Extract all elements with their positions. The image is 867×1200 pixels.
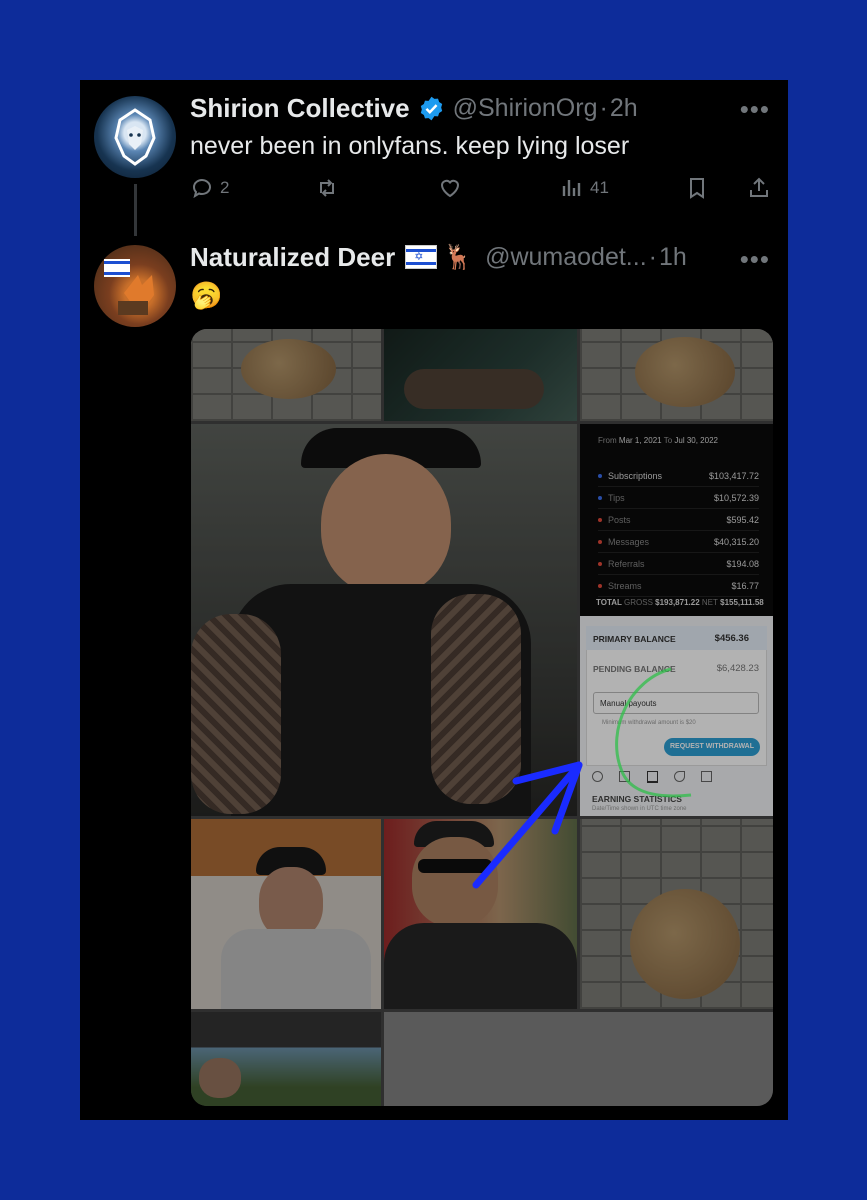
annotation-curve xyxy=(615,667,692,798)
tweet-naturalized-deer[interactable]: Naturalized Deer ✡ 🦌 @wumaodet... · 1h •… xyxy=(80,80,788,1120)
annotation-arrow-shaft xyxy=(472,761,583,889)
tweet-thread-card: Shirion Collective @ShirionOrg · 2h ••• … xyxy=(80,80,788,1120)
annotation-overlay xyxy=(472,667,692,889)
handle[interactable]: @wumaodet... xyxy=(485,243,647,272)
israel-flag-icon: ✡ xyxy=(405,245,438,269)
media-image-collage[interactable]: From Mar 1, 2021 To Jul 30, 2022 Subscri… xyxy=(191,329,773,1106)
separator: · xyxy=(648,242,657,271)
more-dots-icon[interactable]: ••• xyxy=(740,244,770,275)
tweet-text: 🥱 xyxy=(190,280,223,310)
fox-avatar-icon xyxy=(104,259,154,315)
display-name[interactable]: Naturalized Deer xyxy=(190,242,395,273)
deer-icon: 🦌 xyxy=(443,243,474,271)
timestamp[interactable]: 1h xyxy=(659,243,687,272)
avatar[interactable] xyxy=(94,245,176,327)
tweet-header: Naturalized Deer ✡ 🦌 @wumaodet... · 1h xyxy=(190,240,687,274)
